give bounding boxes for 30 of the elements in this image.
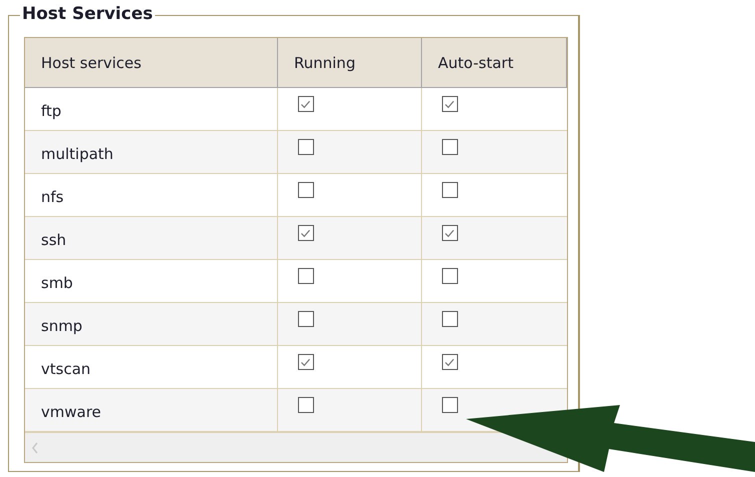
- column-header[interactable]: Auto-start: [422, 38, 567, 88]
- checkbox[interactable]: [442, 225, 458, 241]
- checkmark-icon: [443, 227, 456, 240]
- checkmark-icon: [299, 356, 312, 369]
- checkbox[interactable]: [442, 311, 458, 327]
- checkbox[interactable]: [442, 268, 458, 284]
- column-header[interactable]: Host services: [25, 38, 278, 88]
- checkbox[interactable]: [442, 139, 458, 155]
- checkbox[interactable]: [298, 139, 314, 155]
- checkmark-icon: [443, 98, 456, 111]
- table-cell: multipath: [25, 131, 278, 174]
- checkbox[interactable]: [298, 182, 314, 198]
- table-cell: snmp: [25, 303, 278, 346]
- horizontal-scrollbar[interactable]: [25, 432, 567, 462]
- table-cell: ssh: [25, 217, 278, 260]
- checkbox[interactable]: [442, 182, 458, 198]
- checkmark-icon: [299, 227, 312, 240]
- checkbox[interactable]: [298, 268, 314, 284]
- checkbox[interactable]: [298, 311, 314, 327]
- checkbox[interactable]: [298, 96, 314, 112]
- checkmark-icon: [299, 98, 312, 111]
- checkbox[interactable]: [298, 354, 314, 370]
- checkmark-icon: [443, 356, 456, 369]
- table-cell: vmware: [25, 389, 278, 432]
- checkbox[interactable]: [298, 397, 314, 413]
- checkbox[interactable]: [442, 354, 458, 370]
- column-header[interactable]: Running: [278, 38, 422, 88]
- checkbox[interactable]: [442, 397, 458, 413]
- checkbox[interactable]: [298, 225, 314, 241]
- checkbox[interactable]: [442, 96, 458, 112]
